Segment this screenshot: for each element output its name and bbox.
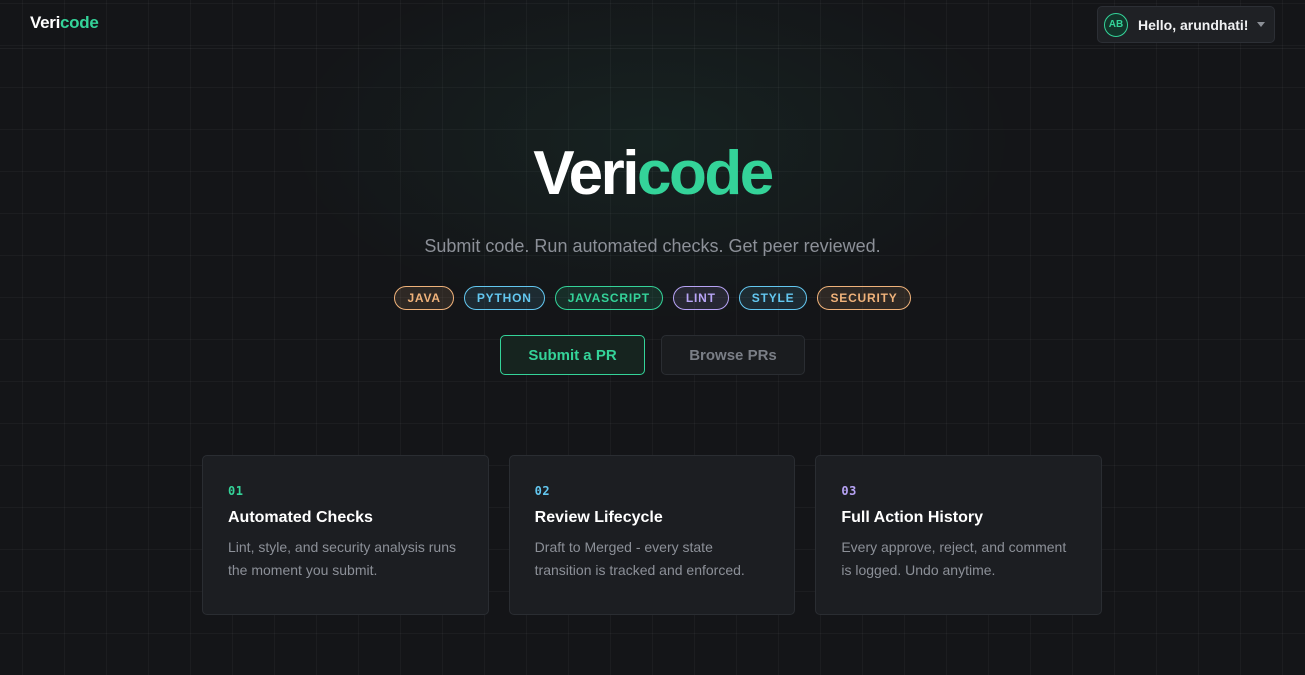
feature-number: 02 <box>534 484 551 498</box>
feature-number: 03 <box>841 484 857 498</box>
landing-page: Vericode AB Hello, arundhati! Vericode S… <box>0 0 1305 675</box>
feature-card-automated-checks: 01 Automated Checks Lint, style, and sec… <box>202 455 489 615</box>
tag-javascript: JAVASCRIPT <box>554 286 663 310</box>
avatar-initials: AB <box>1108 19 1124 30</box>
avatar: AB <box>1104 12 1128 37</box>
feature-title: Review Lifecycle <box>534 509 663 526</box>
hero-actions: Submit a PR Browse PRs <box>0 335 1305 375</box>
tag-java: JAVA <box>394 286 454 310</box>
chevron-down-icon <box>1257 22 1266 27</box>
submit-pr-button[interactable]: Submit a PR <box>500 335 645 375</box>
tag-style: STYLE <box>738 286 808 310</box>
feature-description: Lint, style, and security analysis runs … <box>228 539 456 578</box>
feature-title: Automated Checks <box>228 509 373 526</box>
hero-title-part2: code <box>637 139 774 208</box>
user-greeting: Hello, arundhati! <box>1138 16 1249 33</box>
feature-cards: 01 Automated Checks Lint, style, and sec… <box>202 455 1103 615</box>
hero-title: Vericode <box>0 138 1305 210</box>
feature-card-action-history: 03 Full Action History Every approve, re… <box>815 455 1103 615</box>
brand-logo[interactable]: Vericode <box>30 13 99 33</box>
tag-python: PYTHON <box>463 286 545 310</box>
brand-logo-part1: Veri <box>30 13 60 32</box>
tag-list: JAVA PYTHON JAVASCRIPT LINT STYLE SECURI… <box>0 286 1305 310</box>
brand-logo-part2: code <box>60 13 99 32</box>
hero-tagline: Submit code. Run automated checks. Get p… <box>424 236 881 256</box>
feature-description: Draft to Merged - every state transition… <box>534 539 745 578</box>
tag-security: SECURITY <box>817 286 911 310</box>
feature-number: 01 <box>228 484 244 498</box>
feature-card-review-lifecycle: 02 Review Lifecycle Draft to Merged - ev… <box>508 455 796 615</box>
browse-prs-button[interactable]: Browse PRs <box>661 335 805 375</box>
feature-title: Full Action History <box>841 509 983 526</box>
tag-lint: LINT <box>672 286 729 310</box>
feature-description: Every approve, reject, and comment is lo… <box>841 539 1067 578</box>
top-nav: Vericode AB Hello, arundhati! <box>0 0 1305 49</box>
hero-title-part1: Veri <box>533 139 639 208</box>
user-menu-button[interactable]: AB Hello, arundhati! <box>1097 6 1275 43</box>
